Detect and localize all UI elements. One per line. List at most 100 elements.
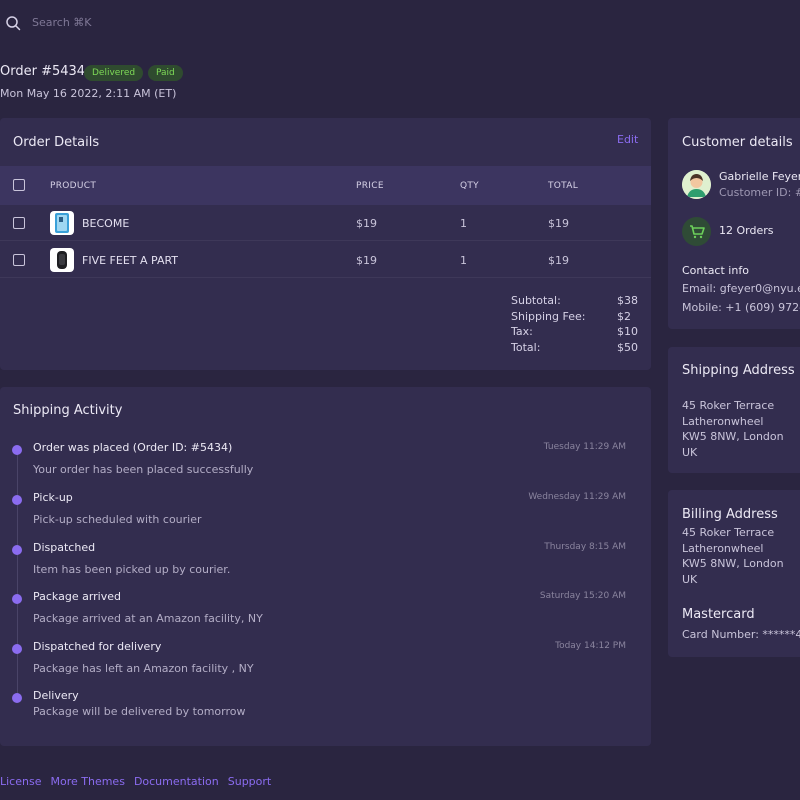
footer-link-license[interactable]: License — [0, 775, 41, 788]
orders-count: 12 Orders — [719, 224, 774, 237]
status-badge-delivered: Delivered — [84, 65, 144, 81]
product-total: $19 — [548, 217, 569, 230]
orders-icon-container — [682, 217, 711, 246]
timeline-dot — [12, 594, 22, 604]
total-value: $50 — [617, 341, 638, 354]
footer-link-support[interactable]: Support — [228, 775, 271, 788]
timeline-time: Wednesday 11:29 AM — [528, 492, 626, 502]
select-all-checkbox[interactable] — [13, 179, 25, 191]
payment-method-title: Mastercard — [682, 607, 755, 622]
timeline-title: Dispatched for delivery — [33, 640, 162, 653]
footer-links: License More Themes Documentation Support — [0, 775, 280, 788]
table-row: FIVE FEET A PART $19 1 $19 — [0, 242, 651, 278]
customer-details-card: Customer details Gabrielle Feyer Custome… — [668, 118, 800, 329]
timeline-description: Package will be delivered by tomorrow — [33, 705, 246, 718]
order-date: Mon May 16 2022, 2:11 AM (ET) — [0, 87, 177, 100]
address-line: KW5 8NW, London — [682, 557, 784, 570]
timeline-title: Order was placed (Order ID: #5434) — [33, 441, 233, 454]
subtotal-label: Subtotal: — [511, 294, 561, 307]
timeline-title: Delivery — [33, 689, 79, 702]
timeline-time: Today 14:12 PM — [555, 641, 626, 651]
row-checkbox[interactable] — [13, 217, 25, 229]
row-checkbox[interactable] — [13, 254, 25, 266]
footer-link-documentation[interactable]: Documentation — [134, 775, 219, 788]
address-line: Latheronwheel — [682, 415, 764, 428]
shipping-address-card: Shipping Address 45 Roker Terrace Lather… — [668, 347, 800, 473]
timeline-title: Dispatched — [33, 541, 96, 554]
timeline-dot — [12, 545, 22, 555]
address-line: 45 Roker Terrace — [682, 526, 775, 539]
timeline-time: Saturday 15:20 AM — [539, 591, 626, 601]
address-line: UK — [682, 573, 698, 586]
column-header-qty: QTY — [460, 181, 479, 191]
search-icon[interactable] — [5, 15, 21, 31]
product-price: $19 — [356, 217, 377, 230]
customer-id: Customer ID: #47389 — [719, 186, 800, 199]
product-name[interactable]: BECOME — [82, 217, 129, 230]
timeline-time: Tuesday 11:29 AM — [543, 442, 626, 452]
timeline-dot — [12, 693, 22, 703]
timeline-dot — [12, 445, 22, 455]
timeline-dot — [12, 644, 22, 654]
customer-details-title: Customer details — [682, 135, 793, 150]
customer-email: Email: gfeyer0@nyu.edu — [682, 282, 800, 295]
address-line: KW5 8NW, London — [682, 430, 784, 443]
address-line: 45 Roker Terrace — [682, 399, 775, 412]
timeline-title: Pick-up — [33, 491, 73, 504]
column-header-total: TOTAL — [548, 181, 579, 191]
shipping-fee-label: Shipping Fee: — [511, 310, 586, 323]
timeline-dot — [12, 495, 22, 505]
timeline-description: Package arrived at an Amazon facility, N… — [33, 612, 263, 625]
avatar-image-icon — [682, 170, 711, 199]
subtotal-value: $38 — [617, 294, 638, 307]
product-thumbnail[interactable] — [50, 248, 74, 272]
timeline-item: Package arrived Saturday 15:20 AM Packag… — [0, 590, 651, 638]
timeline-description: Your order has been placed successfully — [33, 463, 254, 476]
timeline-item: Dispatched for delivery Today 14:12 PM P… — [0, 640, 651, 688]
tax-value: $10 — [617, 325, 638, 338]
timeline-title: Package arrived — [33, 590, 121, 603]
timeline-item: Delivery Package will be delivered by to… — [0, 689, 651, 737]
phone-image-icon — [55, 213, 69, 233]
cart-icon — [690, 225, 705, 239]
product-price: $19 — [356, 254, 377, 267]
edit-link[interactable]: Edit — [617, 133, 638, 146]
product-qty: 1 — [460, 254, 467, 267]
timeline-item: Order was placed (Order ID: #5434) Tuesd… — [0, 441, 651, 489]
column-header-price: PRICE — [356, 181, 384, 191]
column-header-product: PRODUCT — [50, 181, 97, 191]
timeline-description: Pick-up scheduled with courier — [33, 513, 202, 526]
search-input[interactable]: Search ⌘K — [32, 16, 92, 29]
order-details-title: Order Details — [13, 135, 100, 150]
table-header: PRODUCT PRICE QTY TOTAL — [0, 166, 651, 205]
table-row: BECOME $19 1 $19 — [0, 205, 651, 241]
contact-info-heading: Contact info — [682, 264, 749, 277]
product-qty: 1 — [460, 217, 467, 230]
device-image-icon — [57, 251, 67, 269]
timeline-description: Package has left an Amazon facility , NY — [33, 662, 254, 675]
top-bar: Search ⌘K — [0, 0, 800, 46]
product-thumbnail[interactable] — [50, 211, 74, 235]
shipping-activity-card: Shipping Activity Order was placed (Orde… — [0, 387, 651, 746]
address-line: Latheronwheel — [682, 542, 764, 555]
footer-link-more-themes[interactable]: More Themes — [50, 775, 124, 788]
order-details-card: Order Details Edit PRODUCT PRICE QTY TOT… — [0, 118, 651, 370]
shipping-activity-title: Shipping Activity — [13, 403, 123, 418]
billing-address-title: Billing Address — [682, 507, 778, 522]
customer-name: Gabrielle Feyer — [719, 170, 800, 183]
customer-mobile: Mobile: +1 (609) 972-22 — [682, 301, 800, 314]
shipping-address-title: Shipping Address — [682, 363, 795, 378]
order-title: Order #5434 — [0, 64, 86, 79]
timeline-description: Item has been picked up by courier. — [33, 563, 231, 576]
card-number: Card Number: ******4291 — [682, 628, 800, 641]
timeline-item: Dispatched Thursday 8:15 AM Item has bee… — [0, 541, 651, 589]
total-label: Total: — [511, 341, 541, 354]
status-badge-paid: Paid — [148, 65, 183, 81]
product-name[interactable]: FIVE FEET A PART — [82, 254, 178, 267]
billing-address-card: Billing Address 45 Roker Terrace Lathero… — [668, 490, 800, 657]
avatar[interactable] — [682, 170, 711, 199]
timeline-item: Pick-up Wednesday 11:29 AM Pick-up sched… — [0, 491, 651, 539]
address-line: UK — [682, 446, 698, 459]
tax-label: Tax: — [511, 325, 533, 338]
shipping-fee-value: $2 — [617, 310, 631, 323]
